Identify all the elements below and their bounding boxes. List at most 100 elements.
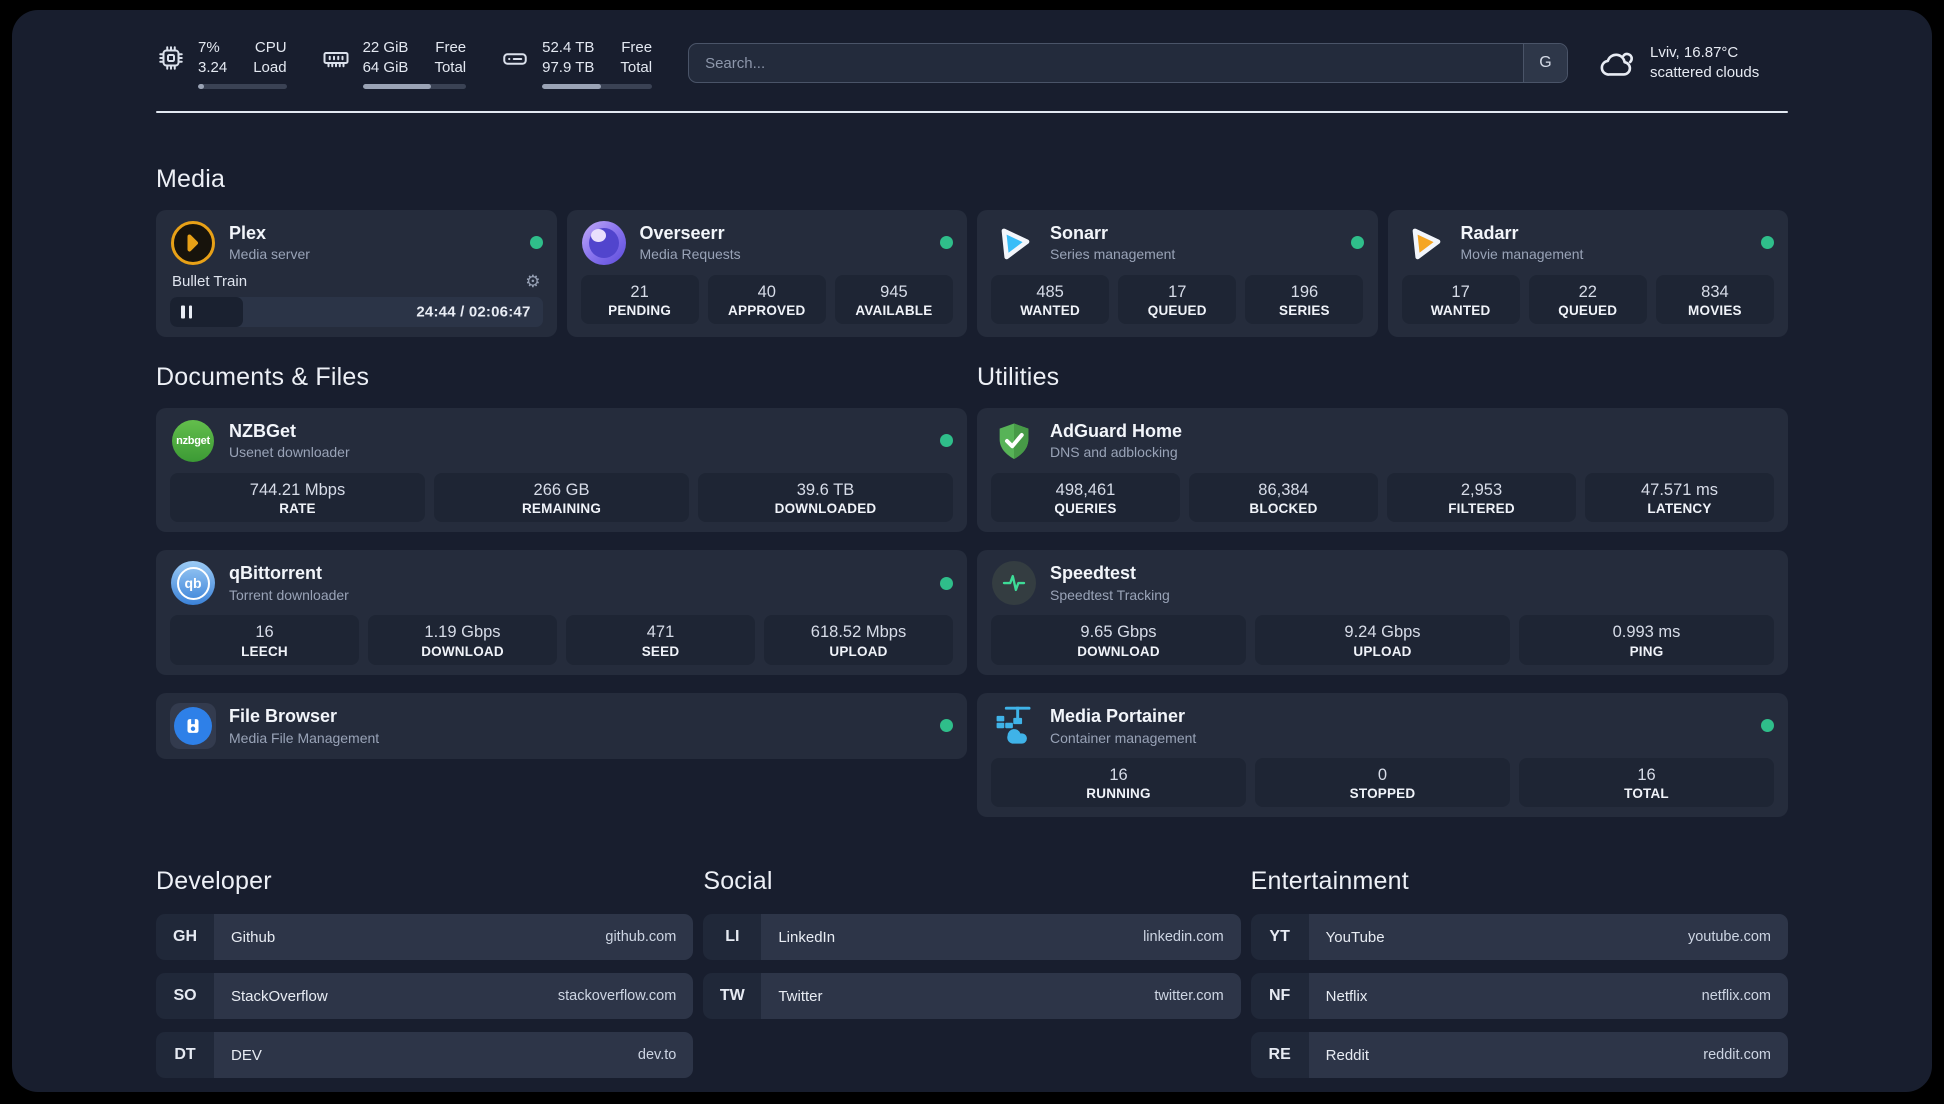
gear-icon[interactable]: ⚙ [525, 273, 540, 290]
qbittorrent-icon: qb [170, 560, 216, 606]
stat-tile: 86,384 BLOCKED [1189, 472, 1378, 523]
sonarr-status-dot [1350, 236, 1364, 250]
pause-icon[interactable] [181, 305, 192, 319]
memory-stat: 22 GiB 64 GiB Free Total [321, 38, 467, 89]
cpu-load-value: 3.24 [198, 58, 228, 76]
link-twitter[interactable]: TW Twitter twitter.com [703, 973, 1241, 1020]
stat-tile: 266 GB REMAINING [434, 472, 689, 523]
sonarr-card[interactable]: Sonarr Series management 485 WANTED 17 QUE… [977, 209, 1378, 337]
link-abbr-badge: LI [703, 914, 762, 961]
ram-icon [321, 43, 351, 73]
overseerr-icon [581, 220, 627, 266]
link-stackoverflow[interactable]: SO StackOverflow stackoverflow.com [156, 973, 694, 1020]
stat-tile: 618.52 Mbps UPLOAD [764, 615, 953, 665]
sonarr-icon [991, 220, 1037, 266]
filebrowser-card[interactable]: File Browser Media File Management [156, 692, 967, 759]
developer-section: Developer GH Github github.com SO StackOv… [156, 867, 694, 1079]
plex-card[interactable]: Plex Media server Bullet Train ⚙ 24:44 /… [156, 209, 557, 337]
link-abbr-badge: DT [156, 1032, 214, 1079]
link-youtube[interactable]: YT YouTube youtube.com [1250, 914, 1788, 961]
playback-progress-bar[interactable]: 24:44 / 02:06:47 [170, 296, 543, 327]
search-engine-button[interactable]: G [1523, 44, 1567, 83]
stat-tile: 16 LEECH [170, 615, 359, 665]
stat-tile: 47.571 ms LATENCY [1585, 472, 1774, 523]
developer-heading: Developer [156, 867, 272, 896]
stat-tile: 744.21 Mbps RATE [170, 472, 425, 523]
nzbget-status-dot [940, 434, 953, 448]
link-linkedin[interactable]: LI LinkedIn linkedin.com [703, 914, 1241, 961]
stat-tile: 9.65 Gbps DOWNLOAD [991, 615, 1246, 665]
cpu-percent: 7% [198, 39, 220, 56]
link-github[interactable]: GH Github github.com [156, 914, 694, 961]
overseerr-card[interactable]: Overseerr Media Requests 21 PENDING 40 APP… [566, 209, 967, 337]
qbittorrent-status-dot [940, 576, 953, 590]
link-abbr-badge: NF [1250, 973, 1309, 1020]
link-abbr-badge: TW [703, 973, 762, 1020]
stat-tile: 16 RUNNING [991, 757, 1246, 808]
stat-tile: 196 SERIES [1245, 274, 1364, 325]
stat-tile: 834 MOVIES [1655, 274, 1774, 325]
speedtest-card[interactable]: Speedtest Speedtest Tracking 9.65 Gbps DO… [977, 550, 1788, 675]
overseerr-status-dot [940, 236, 953, 250]
link-abbr-badge: YT [1250, 914, 1309, 961]
stat-tile: 17 WANTED [1401, 274, 1520, 325]
utilities-section: Utilities AdGuard Home DNS and adblockin… [977, 363, 1788, 818]
stat-tile: 945 AVAILABLE [834, 274, 953, 325]
qbittorrent-card[interactable]: qb qBittorrent Torrent downloader 16 LEEC… [156, 550, 967, 675]
link-abbr-badge: SO [156, 973, 214, 1020]
stat-tile: 1.19 Gbps DOWNLOAD [368, 615, 557, 665]
header-divider [156, 110, 1788, 113]
disk-stat: 52.4 TB 97.9 TB Free Total [500, 38, 653, 89]
stat-tile: 39.6 TB DOWNLOADED [698, 472, 953, 523]
cpu-stat: 7% 3.24 CPU Load [156, 38, 287, 89]
radarr-icon [1402, 220, 1448, 266]
stat-tile: 22 QUEUED [1528, 274, 1647, 325]
stat-tile: 9.24 Gbps UPLOAD [1255, 615, 1510, 665]
search-bar: G [688, 43, 1568, 84]
stat-tile: 16 TOTAL [1519, 757, 1774, 808]
stat-tile: 2,953 FILTERED [1387, 472, 1576, 523]
stat-tile: 40 APPROVED [707, 274, 826, 325]
stat-tile: 498,461 QUERIES [991, 472, 1180, 523]
link-abbr-badge: GH [156, 914, 214, 961]
social-section: Social LI LinkedIn linkedin.com TW Twitte… [703, 867, 1241, 1020]
memory-values: 22 GiB 64 GiB [362, 39, 409, 76]
adguard-card[interactable]: AdGuard Home DNS and adblocking 498,461 Q… [977, 407, 1788, 533]
utilities-heading: Utilities [977, 362, 1060, 391]
nzbget-card[interactable]: nzbget NZBGet Usenet downloader 744.21 M… [156, 407, 967, 533]
portainer-status-dot [1761, 719, 1774, 733]
social-heading: Social [703, 867, 773, 896]
cpu-progress-bar [198, 83, 287, 89]
weather-widget[interactable]: Lviv, 16.87°C scattered clouds [1598, 43, 1788, 84]
filebrowser-status-dot [940, 719, 953, 733]
portainer-card[interactable]: Media Portainer Container management 16 R… [977, 692, 1788, 818]
entertainment-section: Entertainment YT YouTube youtube.com NF N… [1250, 867, 1788, 1079]
cpu-icon [156, 43, 186, 73]
playback-time: 24:44 / 02:06:47 [416, 303, 531, 321]
memory-labels: Free Total [434, 39, 467, 76]
system-stats: 7% 3.24 CPU Load 22 GiB 64 GiB Free Tota… [156, 38, 653, 89]
plex-status-dot [529, 236, 543, 250]
stat-tile: 471 SEED [566, 615, 755, 665]
memory-progress-bar [362, 83, 467, 89]
link-netflix[interactable]: NF Netflix netflix.com [1250, 973, 1788, 1020]
stat-tile: 17 QUEUED [1118, 274, 1237, 325]
disk-values: 52.4 TB 97.9 TB [542, 39, 595, 76]
link-dev[interactable]: DT DEV dev.to [156, 1032, 694, 1079]
documents-heading: Documents & Files [156, 362, 370, 391]
portainer-crane-icon [991, 703, 1037, 749]
weather-condition: scattered clouds [1650, 64, 1760, 82]
media-heading: Media [156, 164, 226, 193]
speedtest-pulse-icon [991, 560, 1037, 606]
disk-icon [500, 43, 530, 73]
search-input[interactable] [688, 43, 1568, 84]
plex-title: Plex [229, 222, 267, 243]
plex-now-playing: Bullet Train ⚙ 24:44 / 02:06:47 [170, 271, 543, 327]
radarr-card[interactable]: Radarr Movie management 17 WANTED 22 QUEUE… [1387, 209, 1788, 337]
media-section: Media Plex Media server Bullet Train ⚙ 2… [156, 165, 1788, 337]
disk-progress-bar [542, 83, 653, 89]
link-abbr-badge: RE [1250, 1032, 1309, 1079]
cloud-icon [1598, 46, 1638, 80]
weather-location-temp: Lviv, 16.87°C [1650, 44, 1739, 62]
link-reddit[interactable]: RE Reddit reddit.com [1250, 1032, 1788, 1079]
